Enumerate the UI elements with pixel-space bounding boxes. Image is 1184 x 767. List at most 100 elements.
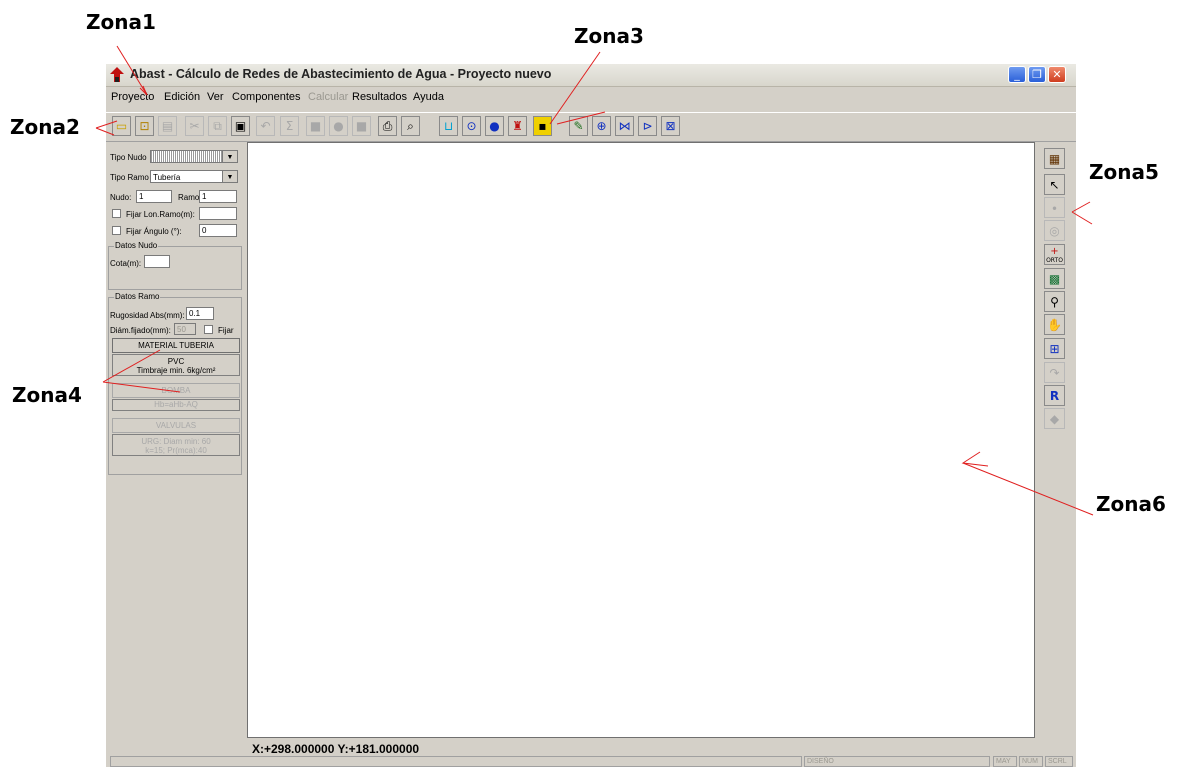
- zoom-extents-icon[interactable]: ⊞: [1044, 338, 1065, 359]
- coordinates-readout: X:+298.000000 Y:+181.000000: [252, 742, 420, 756]
- print-icon[interactable]: ⎙: [378, 116, 397, 136]
- material-tuberia-button[interactable]: MATERIAL TUBERIA: [112, 338, 240, 353]
- ramo-field[interactable]: 1: [199, 190, 237, 203]
- tipo-ramo-select[interactable]: Tubería ▼: [150, 170, 238, 183]
- tipo-nudo-select[interactable]: ▼: [150, 150, 238, 163]
- angulo-field[interactable]: 0: [199, 224, 237, 237]
- status-mode: DISEÑO: [804, 756, 990, 767]
- zona2-label: Zona2: [10, 115, 80, 139]
- gray-block-icon[interactable]: ●: [329, 116, 348, 136]
- reservoir-icon[interactable]: ⊔: [439, 116, 458, 136]
- menu-componentes[interactable]: Componentes: [232, 91, 301, 103]
- save-icon[interactable]: ▤: [158, 116, 177, 136]
- node-icon[interactable]: ●: [485, 116, 504, 136]
- pump-icon[interactable]: ⊕: [592, 116, 611, 136]
- menu-edicion[interactable]: Edición: [164, 91, 200, 103]
- pan-hand-icon[interactable]: ✋: [1044, 314, 1065, 335]
- tipo-ramo-value: Tubería: [153, 173, 181, 182]
- window-title: Abast - Cálculo de Redes de Abastecimien…: [130, 67, 552, 81]
- minimize-button[interactable]: _: [1008, 66, 1026, 83]
- bomba-info: Hb=aHb-AQ: [112, 399, 240, 411]
- diam-field[interactable]: 50: [174, 323, 196, 335]
- tipo-nudo-label: Tipo Nudo: [110, 153, 147, 162]
- regulator-icon[interactable]: ⊠: [661, 116, 680, 136]
- zona6-label: Zona6: [1096, 492, 1166, 516]
- zoom-window-icon[interactable]: ▩: [1044, 268, 1065, 289]
- chevron-down-icon: ▼: [222, 151, 237, 162]
- app-logo-icon: [110, 67, 124, 82]
- status-bar: DISEÑO MAY NUM SCRL: [106, 756, 1076, 767]
- menu-resultados[interactable]: Resultados: [352, 91, 407, 103]
- check-valve-icon[interactable]: ⊳: [638, 116, 657, 136]
- new-project-icon[interactable]: ▭: [112, 116, 131, 136]
- pointer-icon[interactable]: ↖: [1044, 174, 1065, 195]
- rugosidad-label: Rugosidad Abs(mm):: [110, 311, 185, 320]
- fijar-diam-label: Fijar: [218, 326, 234, 335]
- fijar-diam-checkbox[interactable]: [204, 325, 213, 334]
- status-scrl: SCRL: [1045, 756, 1073, 767]
- zona5-label: Zona5: [1089, 160, 1159, 184]
- app-window: Abast - Cálculo de Redes de Abastecimien…: [106, 64, 1076, 767]
- fijar-angulo-checkbox[interactable]: [112, 226, 121, 235]
- sum-icon[interactable]: Σ: [280, 116, 299, 136]
- orto-label: ORTO: [1046, 256, 1063, 264]
- zona4-label: Zona4: [12, 383, 82, 407]
- fijar-angulo-label: Fijar Ángulo (°):: [126, 227, 182, 236]
- nudo-field[interactable]: 1: [136, 190, 172, 203]
- r-icon[interactable]: R: [1044, 385, 1065, 406]
- status-num: NUM: [1019, 756, 1043, 767]
- marker-icon[interactable]: ▪: [533, 116, 552, 136]
- restore-button[interactable]: ❐: [1028, 66, 1046, 83]
- zoom-icon[interactable]: ⚲: [1044, 291, 1065, 312]
- hydrant-icon[interactable]: ♜: [508, 116, 527, 136]
- valvulas-button[interactable]: VALVULAS: [112, 418, 240, 433]
- valvulas-info: URG: Diam min: 60 k=15; Pr(mca):40: [112, 434, 240, 456]
- floppy-map-icon[interactable]: ▦: [1044, 148, 1065, 169]
- print-preview-icon[interactable]: ⌕: [401, 116, 420, 136]
- gray-block-icon[interactable]: ■: [306, 116, 325, 136]
- chevron-down-icon: ▼: [222, 171, 237, 182]
- diam-label: Diám.fijado(mm):: [110, 326, 171, 335]
- close-button[interactable]: ✕: [1048, 66, 1066, 83]
- pencil-icon[interactable]: ✎: [569, 116, 588, 136]
- eraser-icon[interactable]: ◆: [1044, 408, 1065, 429]
- zona1-label: Zona1: [86, 10, 156, 34]
- menu-ver[interactable]: Ver: [207, 91, 224, 103]
- menu-proyecto[interactable]: Proyecto: [111, 91, 154, 103]
- undo-icon[interactable]: ↶: [256, 116, 275, 136]
- main-toolbar: ▭ ⊡ ▤ ✂ ⧉ ▣ ↶ Σ ■ ● ■ ⎙ ⌕ ⊔ ⊙ ● ♜ ▪ ✎ ⊕ …: [106, 112, 1076, 142]
- status-message: [110, 756, 802, 767]
- left-panel: Tipo Nudo ▼ Tipo Ramo Tubería ▼ Nudo: 1 …: [106, 144, 246, 744]
- bomba-button[interactable]: BOMBA: [112, 383, 240, 398]
- datos-ramo-title: Datos Ramo: [114, 292, 161, 301]
- drawing-canvas[interactable]: [247, 142, 1035, 738]
- tipo-ramo-label: Tipo Ramo: [110, 173, 149, 182]
- datos-nudo-group: [108, 246, 242, 290]
- ehd-icon[interactable]: ∙: [1044, 197, 1065, 218]
- menu-bar: Proyecto Edición Ver Componentes Calcula…: [106, 88, 1076, 108]
- paste-icon[interactable]: ▣: [231, 116, 250, 136]
- node-ring-icon[interactable]: ⊙: [462, 116, 481, 136]
- cross-icon: +: [1050, 245, 1059, 257]
- node-view-icon[interactable]: ◎: [1044, 220, 1065, 241]
- zona3-label: Zona3: [574, 24, 644, 48]
- cut-icon[interactable]: ✂: [185, 116, 204, 136]
- cota-field[interactable]: [144, 255, 170, 268]
- copy-icon[interactable]: ⧉: [208, 116, 227, 136]
- redo-icon[interactable]: ↷: [1044, 362, 1065, 383]
- cota-label: Cota(m):: [110, 259, 142, 268]
- title-bar[interactable]: Abast - Cálculo de Redes de Abastecimien…: [106, 64, 1076, 87]
- fijar-lon-label: Fijar Lon.Ramo(m):: [126, 210, 195, 219]
- valve-icon[interactable]: ⋈: [615, 116, 634, 136]
- status-may: MAY: [993, 756, 1017, 767]
- menu-ayuda[interactable]: Ayuda: [413, 91, 444, 103]
- nudo-label: Nudo:: [110, 193, 132, 202]
- datos-nudo-title: Datos Nudo: [114, 241, 159, 250]
- open-icon[interactable]: ⊡: [135, 116, 154, 136]
- orto-icon[interactable]: + ORTO: [1044, 244, 1065, 265]
- fijar-lon-checkbox[interactable]: [112, 209, 121, 218]
- menu-calcular[interactable]: Calcular: [308, 91, 348, 103]
- gray-block-icon[interactable]: ■: [352, 116, 371, 136]
- rugosidad-field[interactable]: 0.1: [186, 307, 214, 320]
- fijar-lon-field[interactable]: [199, 207, 237, 220]
